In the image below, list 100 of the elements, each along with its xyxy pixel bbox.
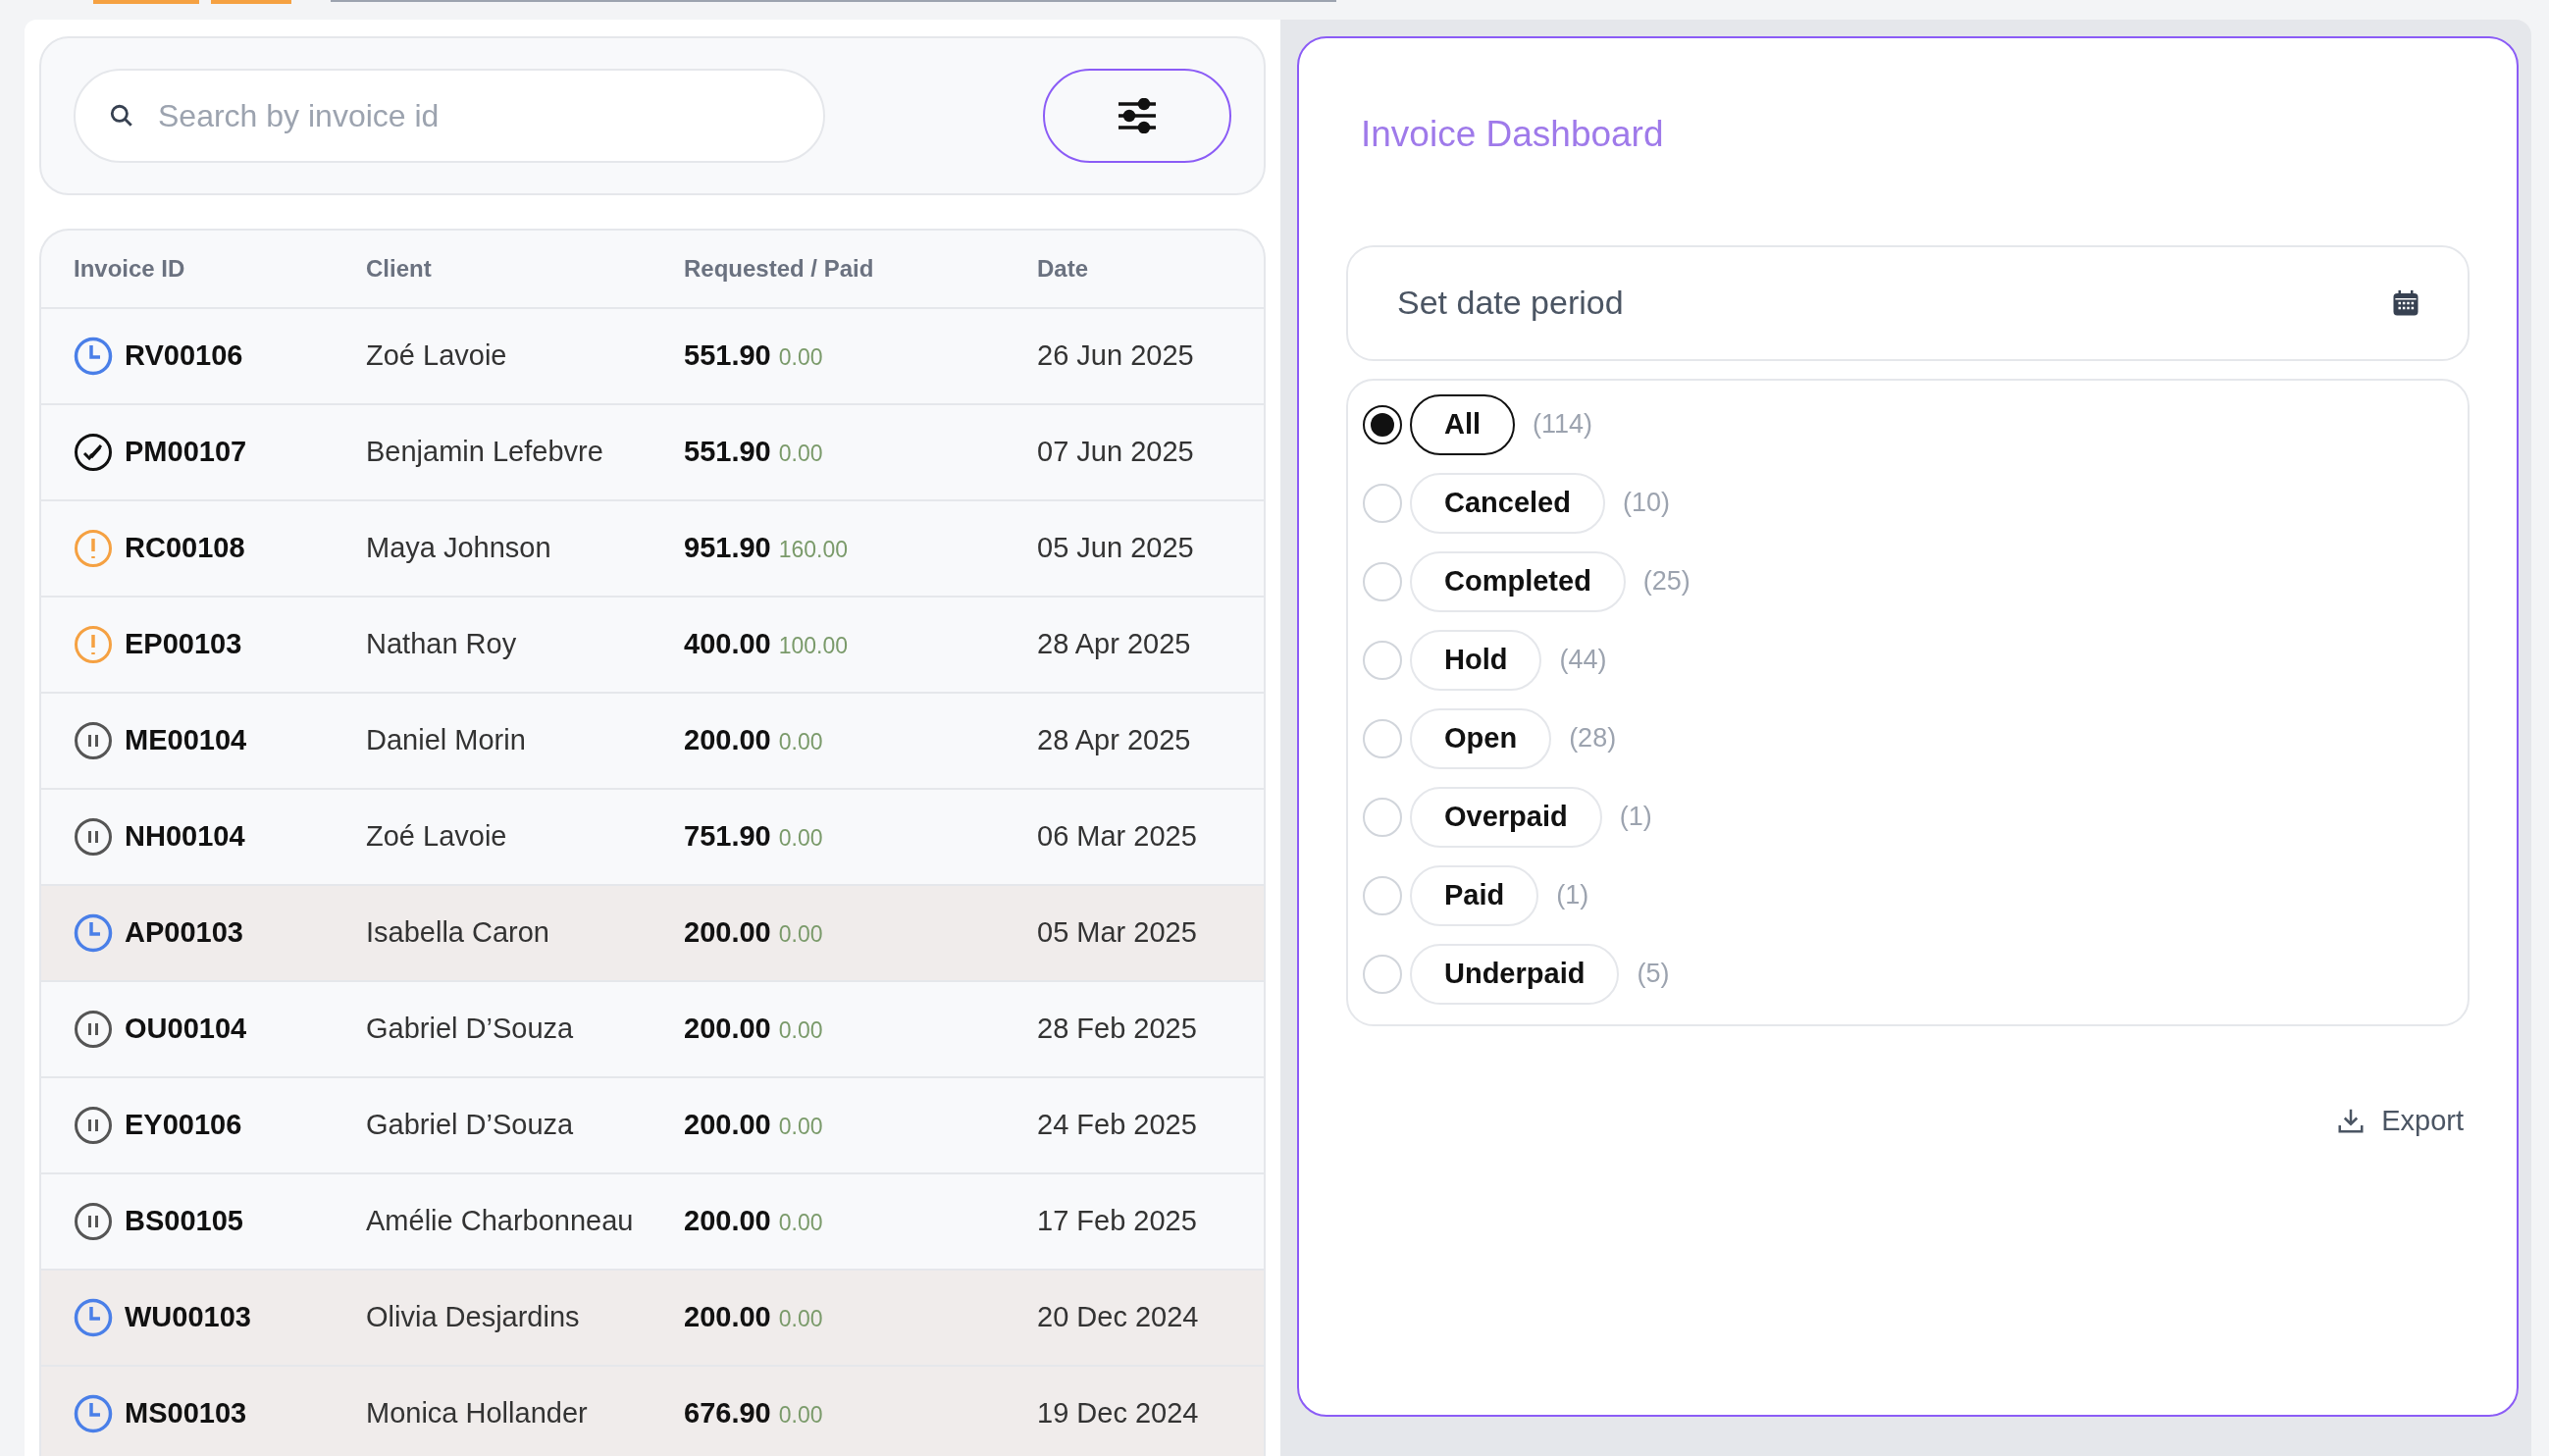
invoice-date: 19 Dec 2024 [1037,1397,1199,1430]
paid-amount: 0.00 [778,343,823,373]
invoice-id: AP00103 [125,915,243,951]
invoice-id: RV00106 [125,338,243,374]
status-count: (5) [1637,958,1670,991]
column-header: Invoice ID [74,255,185,282]
paid-amount: 0.00 [778,440,823,469]
status-filter-chip[interactable]: Canceled [1410,472,1605,534]
paid-amount: 160.00 [778,536,849,565]
invoice-id: EY00106 [125,1108,242,1143]
pause-icon [74,1106,113,1145]
status-filter-chip[interactable]: Overpaid [1410,786,1602,848]
status-count: (114) [1533,408,1593,442]
invoice-date: 05 Jun 2025 [1037,532,1194,564]
clock-icon [74,913,113,953]
paid-amount: 100.00 [778,632,849,661]
pause-icon [74,1202,113,1241]
search-icon [109,103,134,129]
export-button[interactable]: Export [2336,1099,2464,1142]
status-filter-chip[interactable]: Underpaid [1410,943,1620,1005]
requested-amount: 951.90 [684,531,771,566]
paid-amount: 0.00 [778,1209,823,1238]
column-header: Requested / Paid [684,255,874,282]
client-name: Benjamin Lefebvre [366,436,603,468]
status-filter-chip[interactable]: Completed [1410,550,1626,612]
warning-icon [74,529,113,568]
client-name: Daniel Morin [366,724,526,756]
invoice-id: PM00107 [125,435,247,470]
client-name: Gabriel D’Souza [366,1109,574,1141]
pause-icon [74,817,113,857]
requested-amount: 751.90 [684,819,771,855]
paid-amount: 0.00 [778,1016,823,1046]
invoice-id: RC00108 [125,531,245,566]
invoice-id: BS00105 [125,1204,243,1239]
invoice-date: 07 Jun 2025 [1037,436,1194,468]
paid-amount: 0.00 [778,1305,823,1334]
client-name: Gabriel D’Souza [366,1013,574,1045]
requested-amount: 200.00 [684,1108,771,1143]
client-name: Amélie Charbonneau [366,1205,634,1237]
invoice-id: ME00104 [125,723,247,758]
invoice-id: NH00104 [125,819,245,855]
requested-amount: 200.00 [684,915,771,951]
invoice-date: 28 Apr 2025 [1037,628,1191,660]
invoice-id: OU00104 [125,1012,247,1047]
client-name: Maya Johnson [366,532,551,564]
client-name: Nathan Roy [366,628,517,660]
settings-icon [1117,98,1158,133]
status-filter-chip[interactable]: All [1410,393,1516,455]
status-count: (10) [1622,487,1670,520]
requested-amount: 676.90 [684,1396,771,1431]
status-count: (44) [1559,644,1607,677]
client-name: Zoé Lavoie [366,339,507,372]
paid-amount: 0.00 [778,824,823,854]
paid-amount: 0.00 [778,1401,823,1430]
requested-amount: 200.00 [684,1012,771,1047]
requested-amount: 551.90 [684,338,771,374]
invoice-id: WU00103 [125,1300,251,1335]
paid-amount: 0.00 [778,728,823,757]
requested-amount: 551.90 [684,435,771,470]
invoice-date: 26 Jun 2025 [1037,339,1194,372]
date-period-field[interactable]: Set date period [1346,244,2470,361]
requested-amount: 400.00 [684,627,771,662]
table-row[interactable]: AP00103 Isabella Caron 200.00 0.00 05 Mar 2025 [41,886,1264,982]
search-field[interactable]: Search by invoice id [74,69,825,163]
status-count: (1) [1619,801,1652,834]
invoice-date: 05 Mar 2025 [1037,916,1197,949]
client-name: Isabella Caron [366,916,549,949]
clock-icon [74,1298,113,1337]
requested-amount: 200.00 [684,1204,771,1239]
warning-icon [74,625,113,664]
client-name: Olivia Desjardins [366,1301,580,1333]
client-name: Zoé Lavoie [366,820,507,853]
pause-icon [74,1010,113,1049]
column-header: Date [1037,255,1089,282]
table-row[interactable]: MS00103 Monica Hollander 676.90 0.00 19 Dec 2024 [41,1367,1264,1456]
client-name: Monica Hollander [366,1397,588,1430]
status-filter-chip[interactable]: Paid [1410,864,1539,926]
paid-amount: 0.00 [778,1113,823,1142]
invoice-date: 24 Feb 2025 [1037,1109,1197,1141]
clock-icon [74,1394,113,1433]
status-count: (1) [1556,879,1589,912]
invoice-date: 28 Feb 2025 [1037,1013,1197,1045]
status-count: (28) [1569,722,1617,755]
dashboard-title: Invoice Dashboard [1361,113,1664,156]
invoice-date: 06 Mar 2025 [1037,820,1197,853]
requested-amount: 200.00 [684,723,771,758]
status-count: (25) [1642,565,1691,598]
requested-amount: 200.00 [684,1300,771,1335]
invoice-date: 17 Feb 2025 [1037,1205,1197,1237]
invoice-date: 20 Dec 2024 [1037,1301,1199,1333]
check-circle-icon [74,433,113,472]
clock-icon [74,337,113,376]
table-row[interactable]: WU00103 Olivia Desjardins 200.00 0.00 20 Dec 2024 [41,1271,1264,1367]
pause-icon [74,721,113,760]
invoice-date: 28 Apr 2025 [1037,724,1191,756]
invoice-id: MS00103 [125,1396,247,1431]
status-filter-chip[interactable]: Hold [1410,629,1542,691]
radio-button[interactable] [1363,404,1402,444]
status-filter-chip[interactable]: Open [1410,707,1552,769]
invoice-id: EP00103 [125,627,242,662]
